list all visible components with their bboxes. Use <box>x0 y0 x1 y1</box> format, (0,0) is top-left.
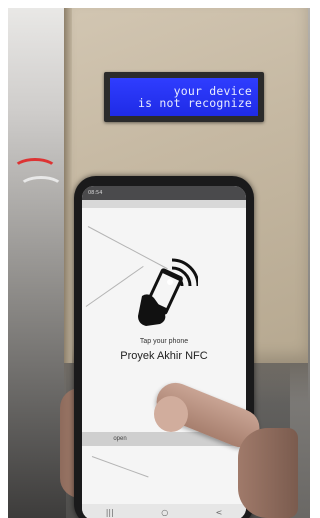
open-button[interactable]: open <box>100 432 140 446</box>
photo-scene: your device is not recognize 08:54 Tap y… <box>8 8 310 518</box>
tap-instruction: Tap your phone <box>139 338 189 345</box>
cardboard-box-edge <box>64 8 72 363</box>
hand-palm <box>238 428 298 518</box>
screen-crack <box>91 456 149 478</box>
android-nav-bar: ||| ○ < <box>82 504 246 518</box>
recent-apps-button[interactable]: ||| <box>106 508 114 517</box>
status-bar: 08:54 <box>82 186 246 200</box>
phone-screen: 08:54 Tap your phone Proyek Akhir NFC op… <box>82 186 246 518</box>
background-shelf <box>8 8 66 518</box>
app-title: Proyek Akhir NFC <box>120 350 208 362</box>
app-bar <box>82 200 246 208</box>
home-button[interactable]: ○ <box>161 508 168 517</box>
lcd-screen: your device is not recognize <box>110 78 258 116</box>
nfc-tap-phone-icon <box>138 258 198 326</box>
white-wire <box>18 176 64 200</box>
finger-tip <box>154 396 188 432</box>
lcd-module: your device is not recognize <box>104 72 264 122</box>
lcd-line-2: is not recognize <box>138 96 252 110</box>
status-time: 08:54 <box>88 190 103 196</box>
back-button[interactable]: < <box>216 508 223 517</box>
smartphone: 08:54 Tap your phone Proyek Akhir NFC op… <box>74 176 254 518</box>
